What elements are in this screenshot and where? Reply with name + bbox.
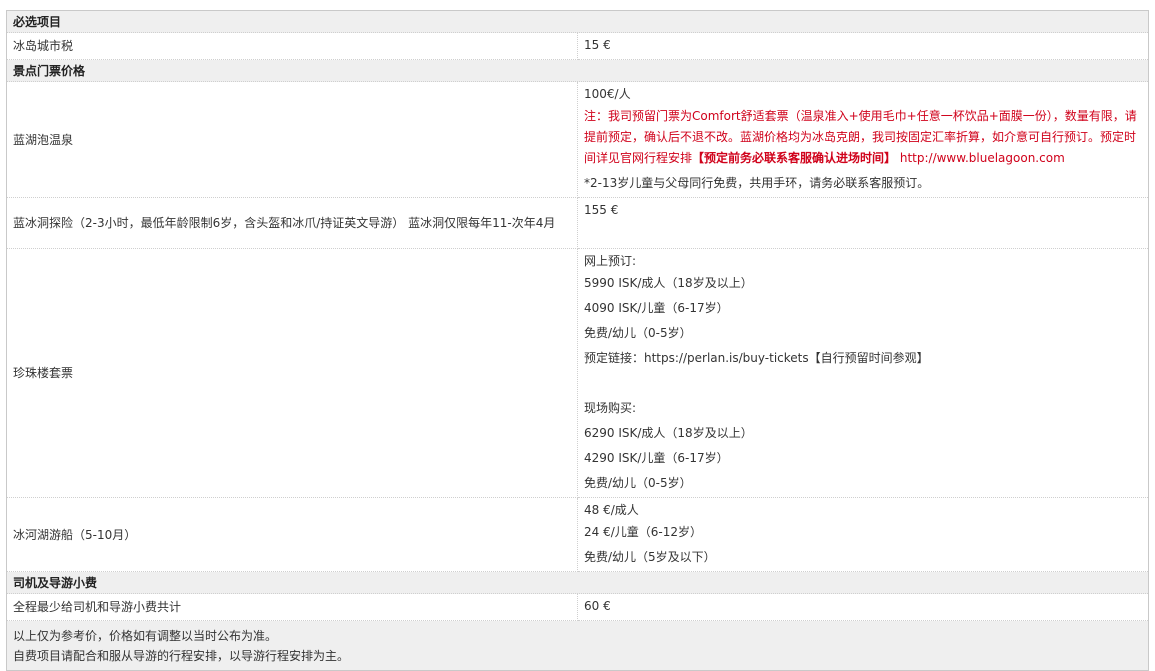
bluelagoon-link[interactable]: http://www.bluelagoon.com <box>900 151 1065 165</box>
item-name: 蓝湖泡温泉 <box>6 81 578 198</box>
item-price-cell: 48 €/成人 24 €/儿童（6-12岁） 免费/幼儿（5岁及以下） <box>577 497 1149 572</box>
item-name: 冰岛城市税 <box>6 32 578 60</box>
section-header-required: 必选项目 <box>6 10 1149 33</box>
item-price: 15 € <box>577 32 1149 60</box>
note-bold-warning: 【预定前务必联系客服确认进场时间】 <box>692 151 897 165</box>
item-name: 珍珠楼套票 <box>6 248 578 498</box>
item-price: 100€/人 <box>584 87 631 101</box>
footer-note-row: 以上仅为参考价，价格如有调整以当时公布为准。 自费项目请配合和服从导游的行程安排… <box>6 620 1149 671</box>
table-row-boat: 冰河湖游船（5-10月） 48 €/成人 24 €/儿童（6-12岁） 免费/幼… <box>6 497 1149 572</box>
section-title: 景点门票价格 <box>6 59 1149 82</box>
table-row-blue-lagoon: 蓝湖泡温泉 100€/人 注：我司预留门票为Comfort舒适套票（温泉准入+使… <box>6 81 1149 198</box>
price-line: 免费/幼儿（5岁及以下） <box>584 550 716 564</box>
price-line: 4090 ISK/儿童（6-17岁） <box>584 301 729 315</box>
price-line: 4290 ISK/儿童（6-17岁） <box>584 451 729 465</box>
section-header-tickets: 景点门票价格 <box>6 59 1149 82</box>
fee-table: 必选项目 冰岛城市税 15 € 景点门票价格 蓝湖泡温泉 100€/人 注：我司… <box>6 10 1149 671</box>
footer-note-line: 自费项目请配合和服从导游的行程安排，以导游行程安排为主。 <box>13 648 350 663</box>
booking-link-line[interactable]: 预定链接：https://perlan.is/buy-tickets【自行预留时… <box>584 348 1142 373</box>
item-name: 蓝冰洞探险（2-3小时，最低年龄限制6岁，含头盔和冰爪/持证英文导游） 蓝冰洞仅… <box>6 197 578 249</box>
item-name: 全程最少给司机和导游小费共计 <box>6 593 578 621</box>
price-line: 现场购买: <box>584 401 637 415</box>
footer-note-line: 以上仅为参考价，价格如有调整以当时公布为准。 <box>13 628 278 643</box>
price-line: 免费/幼儿（0-5岁） <box>584 326 692 340</box>
price-line: 5990 ISK/成人（18岁及以上） <box>584 276 753 290</box>
table-row-city-tax: 冰岛城市税 15 € <box>6 32 1149 60</box>
section-header-tips: 司机及导游小费 <box>6 571 1149 594</box>
table-row-ice-cave: 蓝冰洞探险（2-3小时，最低年龄限制6岁，含头盔和冰爪/持证英文导游） 蓝冰洞仅… <box>6 197 1149 249</box>
price-line: 网上预订: <box>584 254 637 268</box>
footer-note-cell: 以上仅为参考价，价格如有调整以当时公布为准。 自费项目请配合和服从导游的行程安排… <box>6 620 1149 671</box>
item-price: 155 € <box>577 197 1149 249</box>
price-line: 24 €/儿童（6-12岁） <box>584 525 702 539</box>
price-line: 48 €/成人 <box>584 503 639 517</box>
section-title: 必选项目 <box>6 10 1149 33</box>
item-price: 60 € <box>577 593 1149 621</box>
item-name: 冰河湖游船（5-10月） <box>6 497 578 572</box>
fee-table-wrapper: 必选项目 冰岛城市税 15 € 景点门票价格 蓝湖泡温泉 100€/人 注：我司… <box>6 10 1149 671</box>
table-row-tips: 全程最少给司机和导游小费共计 60 € <box>6 593 1149 621</box>
section-title: 司机及导游小费 <box>6 571 1149 594</box>
item-price-cell: 网上预订: 5990 ISK/成人（18岁及以上） 4090 ISK/儿童（6-… <box>577 248 1149 498</box>
price-line: 6290 ISK/成人（18岁及以上） <box>584 426 753 440</box>
child-note: *2-13岁儿童与父母同行免费，共用手环，请务必联系客服预订。 <box>584 176 930 190</box>
item-price-cell: 100€/人 注：我司预留门票为Comfort舒适套票（温泉准入+使用毛巾+任意… <box>577 81 1149 198</box>
price-line: 免费/幼儿（0-5岁） <box>584 476 692 490</box>
blue-lagoon-note: 注：我司预留门票为Comfort舒适套票（温泉准入+使用毛巾+任意一杯饮品+面膜… <box>584 106 1142 169</box>
table-row-perlan: 珍珠楼套票 网上预订: 5990 ISK/成人（18岁及以上） 4090 ISK… <box>6 248 1149 498</box>
